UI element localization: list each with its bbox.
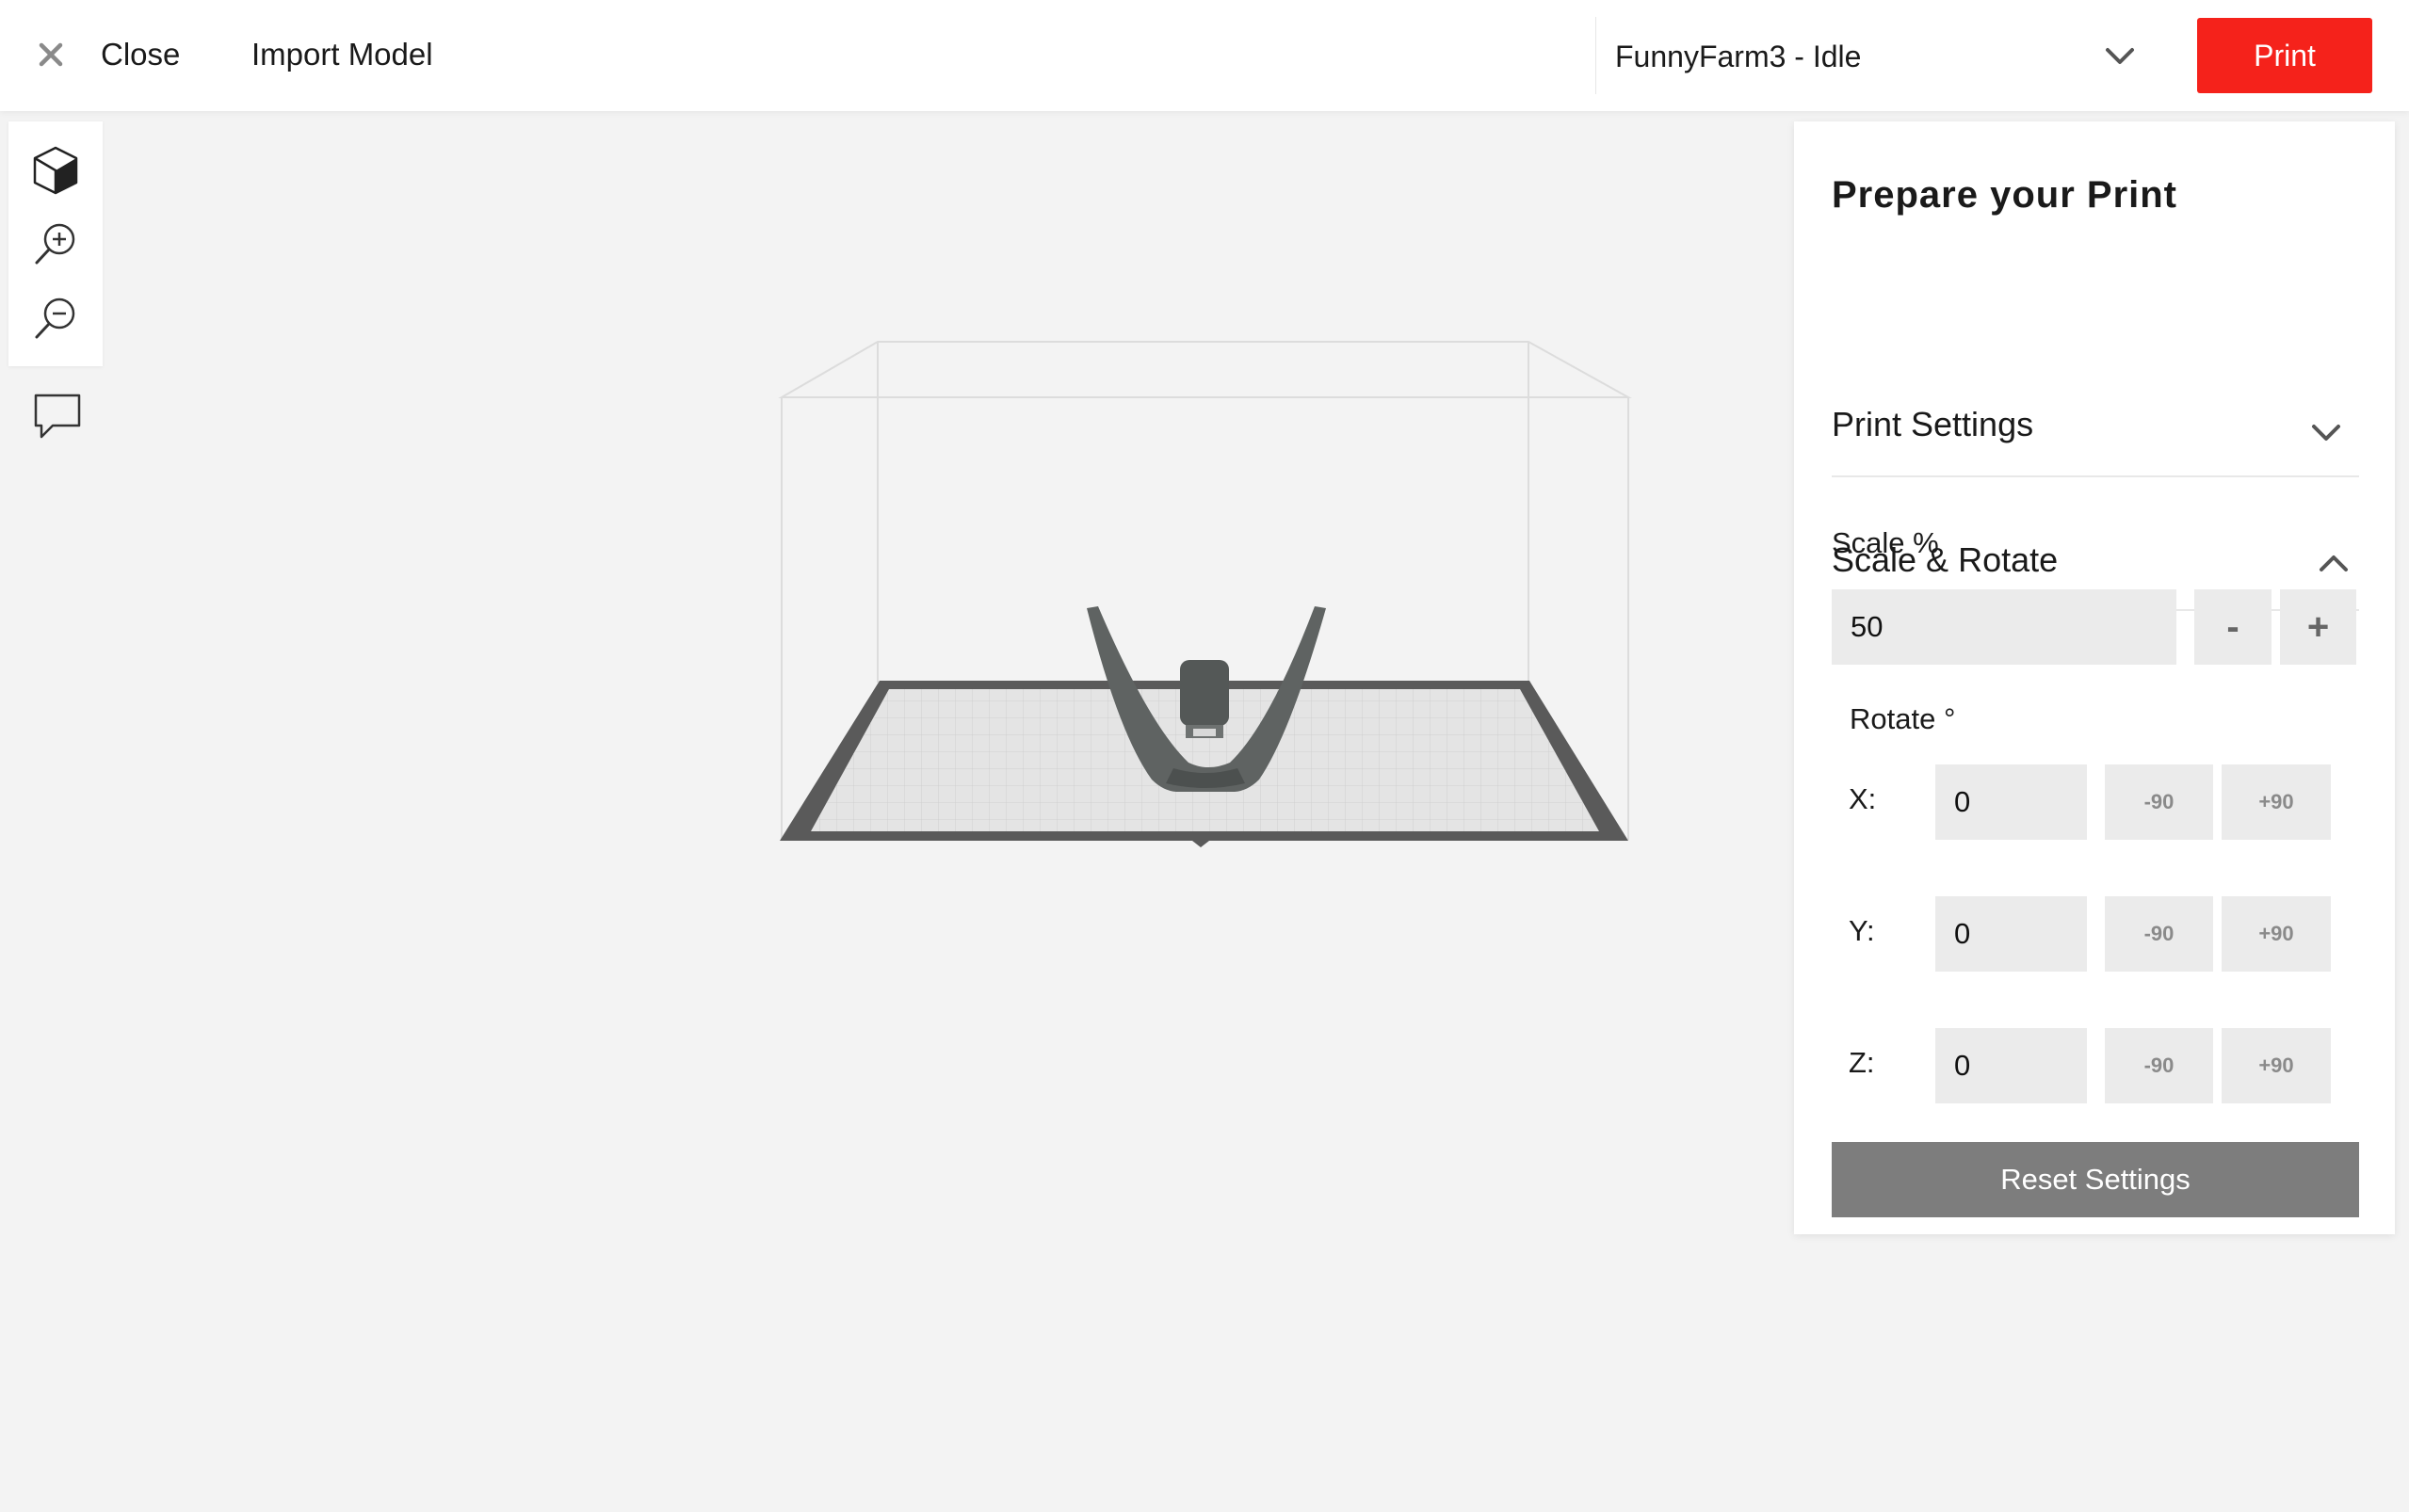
chevron-up-icon: [2320, 555, 2348, 571]
rotate-z-minus-90-button[interactable]: -90: [2105, 1028, 2213, 1103]
close-icon[interactable]: [34, 38, 68, 72]
rotate-y-input[interactable]: [1935, 896, 2087, 972]
reset-settings-button[interactable]: Reset Settings: [1832, 1142, 2359, 1217]
panel-title: Prepare your Print: [1832, 174, 2178, 216]
rotate-z-input[interactable]: [1935, 1028, 2087, 1103]
rotate-z-label: Z:: [1849, 1046, 1875, 1079]
top-bar: Close Import Model FunnyFarm3 - Idle Pri…: [0, 0, 2409, 111]
zoom-out-icon[interactable]: [29, 293, 82, 346]
scale-input[interactable]: [1832, 589, 2176, 665]
scale-label: Scale %: [1832, 526, 1939, 559]
close-button[interactable]: Close: [101, 32, 180, 77]
import-model-button[interactable]: Import Model: [251, 32, 433, 77]
view-toolbar: [8, 121, 103, 366]
rotate-y-plus-90-button[interactable]: +90: [2222, 896, 2331, 972]
chevron-down-icon: [2312, 425, 2340, 441]
print-button[interactable]: Print: [2197, 18, 2372, 93]
prepare-print-panel: Prepare your Print Print Settings Scale …: [1794, 121, 2395, 1234]
rotate-y-minus-90-button[interactable]: -90: [2105, 896, 2213, 972]
rotate-label: Rotate °: [1850, 702, 1956, 735]
rotate-x-label: X:: [1849, 782, 1877, 815]
chat-icon[interactable]: [32, 390, 85, 442]
printer-status-label: FunnyFarm3 - Idle: [1615, 40, 1862, 73]
rotate-x-plus-90-button[interactable]: +90: [2222, 764, 2331, 840]
print-settings-label: Print Settings: [1832, 405, 2034, 443]
print-settings-section-toggle[interactable]: Print Settings: [1832, 346, 2359, 477]
print-bed-viewport[interactable]: [735, 311, 1648, 876]
scale-increase-button[interactable]: +: [2280, 589, 2356, 665]
rotate-x-input[interactable]: [1935, 764, 2087, 840]
chevron-down-icon: [2106, 48, 2134, 64]
cube-view-icon[interactable]: [29, 144, 82, 197]
zoom-in-icon[interactable]: [29, 218, 82, 271]
printer-select[interactable]: FunnyFarm3 - Idle: [1595, 17, 2142, 94]
rotate-x-minus-90-button[interactable]: -90: [2105, 764, 2213, 840]
rotate-z-plus-90-button[interactable]: +90: [2222, 1028, 2331, 1103]
rotate-y-label: Y:: [1849, 914, 1875, 947]
scale-decrease-button[interactable]: -: [2194, 589, 2272, 665]
